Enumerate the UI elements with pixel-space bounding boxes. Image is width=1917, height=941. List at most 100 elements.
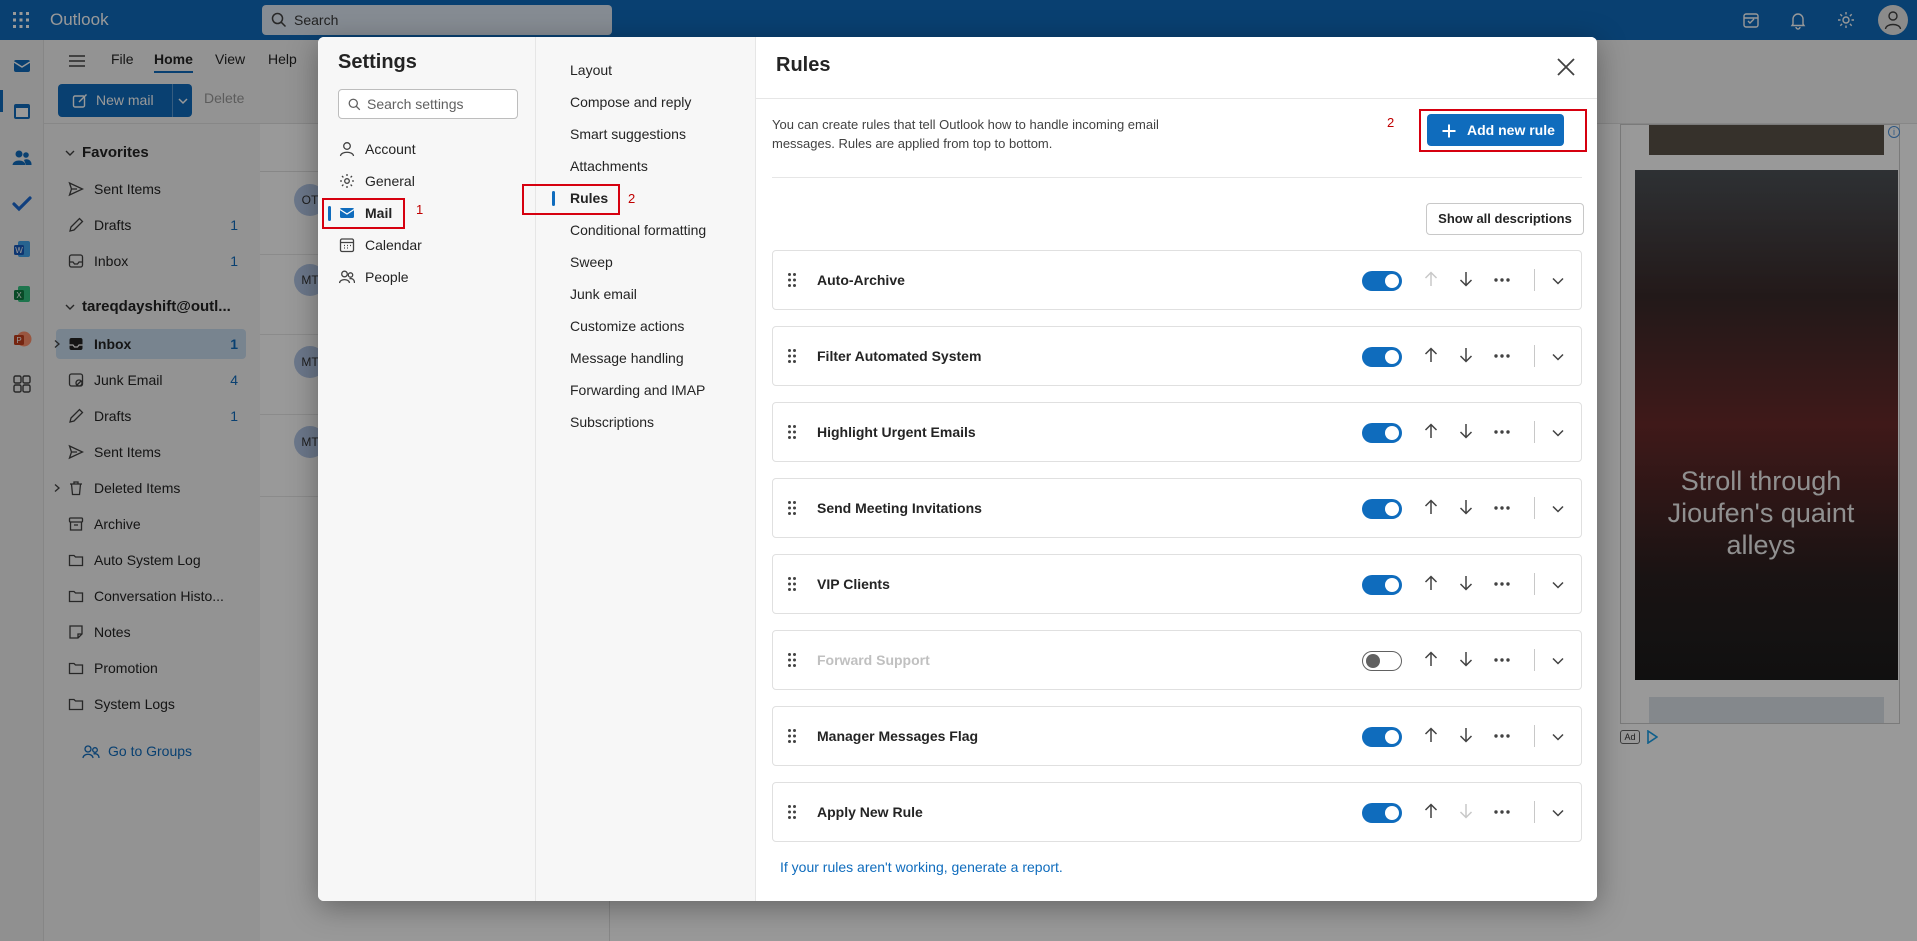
rule-name: Manager Messages Flag xyxy=(817,728,979,744)
settings-dialog: Settings Account General Mail Calendar P… xyxy=(318,37,1597,901)
person-icon xyxy=(339,141,355,157)
drag-handle-icon[interactable] xyxy=(787,652,797,668)
more-options-icon[interactable] xyxy=(1494,582,1510,586)
annotation-box-rules xyxy=(522,184,620,215)
settings-category-calendar[interactable]: Calendar xyxy=(326,230,526,260)
chevron-down-icon[interactable] xyxy=(1551,350,1565,364)
annotation-number: 2 xyxy=(628,191,636,206)
settings-categories: Settings Account General Mail Calendar P… xyxy=(318,37,536,901)
arrow-down-icon[interactable] xyxy=(1457,650,1475,668)
chevron-down-icon[interactable] xyxy=(1551,502,1565,516)
rule-row-send-meeting-invitations[interactable]: Send Meeting Invitations xyxy=(772,478,1582,538)
arrow-up-icon[interactable] xyxy=(1422,346,1440,364)
drag-handle-icon[interactable] xyxy=(787,804,797,820)
subsection-customize-actions[interactable]: Customize actions xyxy=(548,312,748,340)
subsection-sweep[interactable]: Sweep xyxy=(548,248,748,276)
more-options-icon[interactable] xyxy=(1494,658,1510,662)
rule-toggle[interactable] xyxy=(1362,499,1402,519)
rule-toggle[interactable] xyxy=(1362,727,1402,747)
people-icon xyxy=(339,269,355,285)
annotation-box-mail xyxy=(322,198,405,229)
arrow-down-icon[interactable] xyxy=(1457,346,1475,364)
arrow-up-icon[interactable] xyxy=(1422,726,1440,744)
rule-name: Highlight Urgent Emails xyxy=(817,424,976,440)
arrow-up-icon[interactable] xyxy=(1422,270,1440,288)
chevron-down-icon[interactable] xyxy=(1551,426,1565,440)
rule-name: Send Meeting Invitations xyxy=(817,500,982,516)
rule-toggle[interactable] xyxy=(1362,423,1402,443)
arrow-down-icon[interactable] xyxy=(1457,498,1475,516)
arrow-down-icon[interactable] xyxy=(1457,422,1475,440)
rule-row-forward-support[interactable]: Forward Support xyxy=(772,630,1582,690)
more-options-icon[interactable] xyxy=(1494,506,1510,510)
arrow-up-icon[interactable] xyxy=(1422,498,1440,516)
rule-toggle[interactable] xyxy=(1362,803,1402,823)
search-icon xyxy=(348,98,361,111)
arrow-up-icon[interactable] xyxy=(1422,574,1440,592)
rule-name: Forward Support xyxy=(817,652,930,668)
more-options-icon[interactable] xyxy=(1494,278,1510,282)
rule-toggle[interactable] xyxy=(1362,651,1402,671)
rule-row-auto-archive[interactable]: Auto-Archive xyxy=(772,250,1582,310)
rule-toggle[interactable] xyxy=(1362,271,1402,291)
chevron-down-icon[interactable] xyxy=(1551,654,1565,668)
settings-title: Settings xyxy=(338,51,417,73)
page-title: Rules xyxy=(776,54,831,76)
calendar-icon xyxy=(339,237,355,253)
generate-report-link[interactable]: If your rules aren't working, generate a… xyxy=(780,859,1063,875)
arrow-down-icon[interactable] xyxy=(1457,574,1475,592)
rule-row-filter-automated-system[interactable]: Filter Automated System xyxy=(772,326,1582,386)
drag-handle-icon[interactable] xyxy=(787,728,797,744)
arrow-down-icon[interactable] xyxy=(1457,802,1475,820)
drag-handle-icon[interactable] xyxy=(787,500,797,516)
rule-row-vip-clients[interactable]: VIP Clients xyxy=(772,554,1582,614)
more-options-icon[interactable] xyxy=(1494,354,1510,358)
more-options-icon[interactable] xyxy=(1494,430,1510,434)
gear-icon xyxy=(339,173,355,189)
rule-row-apply-new-rule[interactable]: Apply New Rule xyxy=(772,782,1582,842)
arrow-down-icon[interactable] xyxy=(1457,270,1475,288)
chevron-down-icon[interactable] xyxy=(1551,806,1565,820)
rule-toggle[interactable] xyxy=(1362,575,1402,595)
arrow-up-icon[interactable] xyxy=(1422,802,1440,820)
rules-description: You can create rules that tell Outlook h… xyxy=(772,117,1159,151)
mail-subsections: Layout Compose and reply Smart suggestio… xyxy=(536,37,756,901)
subsection-forwarding-and-imap[interactable]: Forwarding and IMAP xyxy=(548,376,748,404)
arrow-up-icon[interactable] xyxy=(1422,422,1440,440)
rule-row-manager-messages-flag[interactable]: Manager Messages Flag xyxy=(772,706,1582,766)
settings-category-people[interactable]: People xyxy=(326,262,526,292)
subsection-junk-email[interactable]: Junk email xyxy=(548,280,748,308)
chevron-down-icon[interactable] xyxy=(1551,274,1565,288)
subsection-attachments[interactable]: Attachments xyxy=(548,152,748,180)
subsection-conditional-formatting[interactable]: Conditional formatting xyxy=(548,216,748,244)
subsection-smart-suggestions[interactable]: Smart suggestions xyxy=(548,120,748,148)
more-options-icon[interactable] xyxy=(1494,810,1510,814)
rule-name: Auto-Archive xyxy=(817,272,905,288)
drag-handle-icon[interactable] xyxy=(787,272,797,288)
annotation-number: 1 xyxy=(416,202,424,217)
arrow-down-icon[interactable] xyxy=(1457,726,1475,744)
rules-content: Rules You can create rules that tell Out… xyxy=(756,37,1597,901)
drag-handle-icon[interactable] xyxy=(787,424,797,440)
settings-category-general[interactable]: General xyxy=(326,166,526,196)
rule-row-highlight-urgent-emails[interactable]: Highlight Urgent Emails xyxy=(772,402,1582,462)
settings-category-account[interactable]: Account xyxy=(326,134,526,164)
settings-search[interactable] xyxy=(338,89,518,119)
subsection-message-handling[interactable]: Message handling xyxy=(548,344,748,372)
chevron-down-icon[interactable] xyxy=(1551,730,1565,744)
settings-search-input[interactable] xyxy=(367,95,512,113)
rule-name: VIP Clients xyxy=(817,576,890,592)
more-options-icon[interactable] xyxy=(1494,734,1510,738)
subsection-subscriptions[interactable]: Subscriptions xyxy=(548,408,748,436)
close-icon[interactable] xyxy=(1556,57,1576,77)
arrow-up-icon[interactable] xyxy=(1422,650,1440,668)
show-all-descriptions-button[interactable]: Show all descriptions xyxy=(1426,203,1584,235)
drag-handle-icon[interactable] xyxy=(787,576,797,592)
subsection-compose-and-reply[interactable]: Compose and reply xyxy=(548,88,748,116)
rule-name: Apply New Rule xyxy=(817,804,923,820)
subsection-layout[interactable]: Layout xyxy=(548,56,748,84)
annotation-number: 2 xyxy=(1387,115,1395,130)
chevron-down-icon[interactable] xyxy=(1551,578,1565,592)
drag-handle-icon[interactable] xyxy=(787,348,797,364)
rule-toggle[interactable] xyxy=(1362,347,1402,367)
